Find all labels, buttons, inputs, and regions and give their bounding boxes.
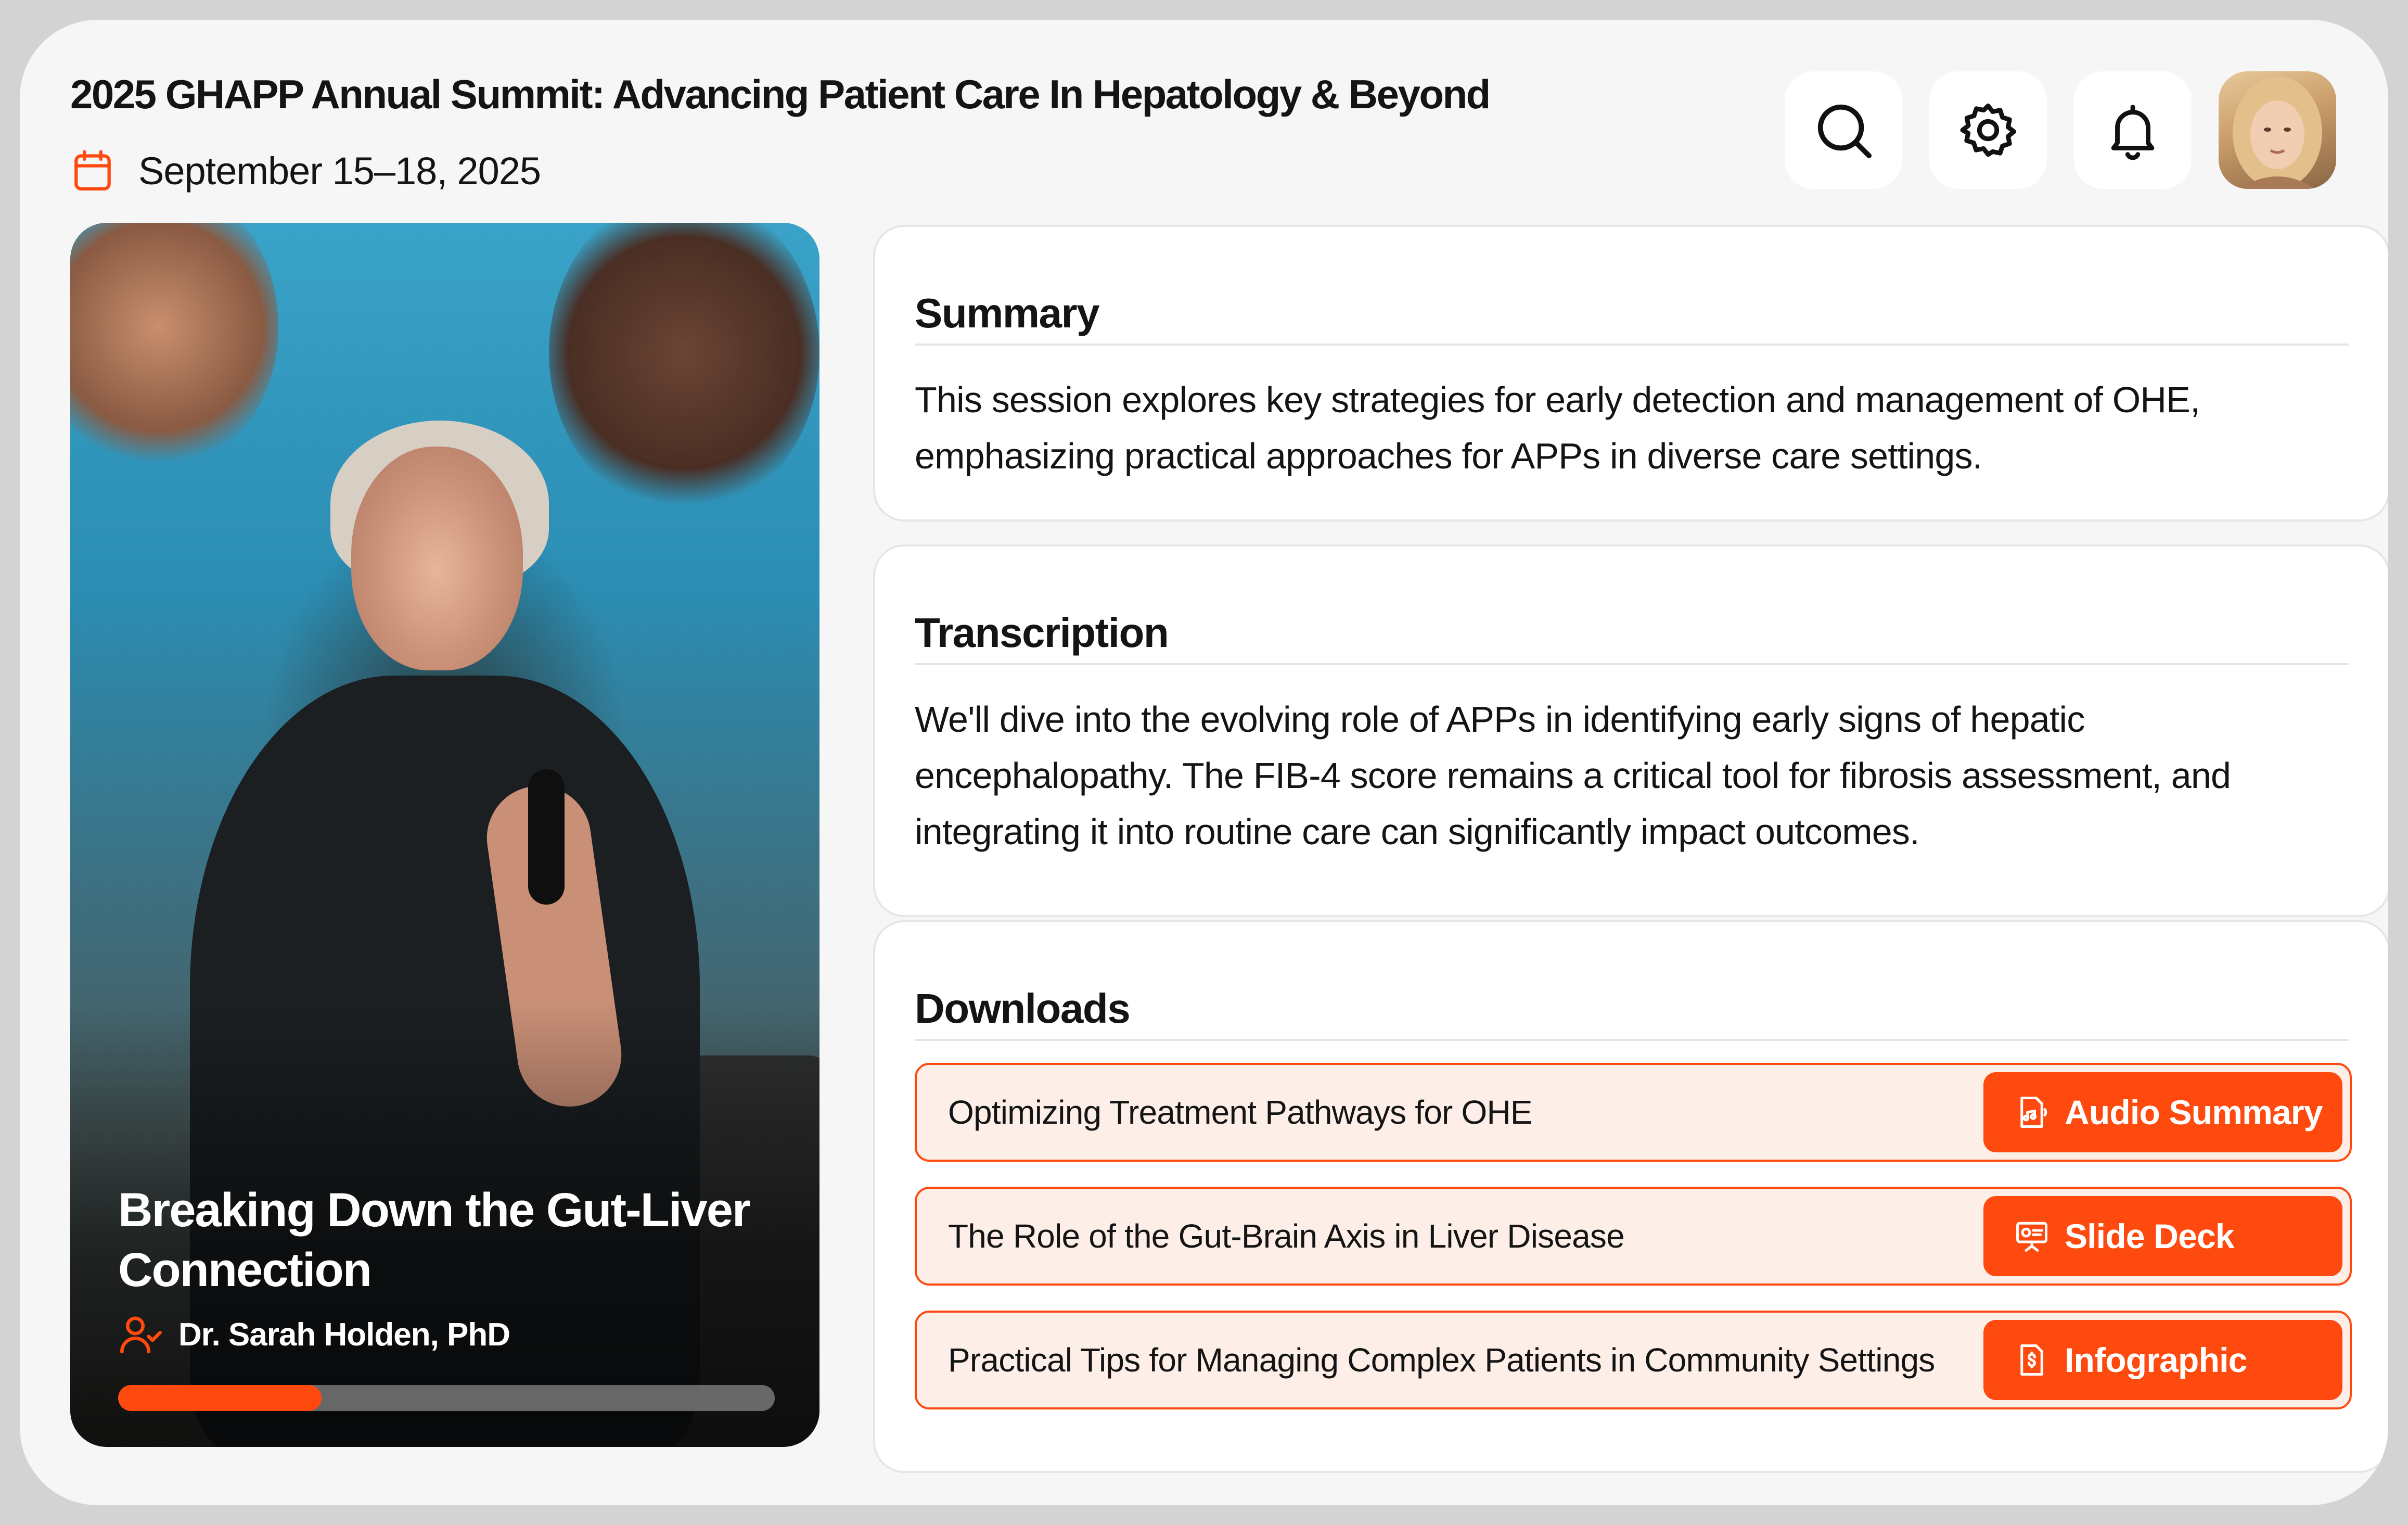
user-check-icon: [120, 1316, 162, 1354]
user-avatar[interactable]: [2219, 71, 2336, 189]
event-date-text: September 15–18, 2025: [138, 149, 541, 193]
infographic-file-icon: [2020, 1344, 2043, 1376]
infographic-label: Infographic: [2065, 1341, 2247, 1379]
microphone: [528, 769, 565, 905]
page-title: 2025 GHAPP Annual Summit: Advancing Pati…: [70, 71, 1491, 117]
download-title: The Role of the Gut-Brain Axis in Liver …: [948, 1217, 1625, 1255]
transcription-divider: [915, 663, 2349, 665]
slide-deck-button[interactable]: Slide Deck: [1983, 1196, 2342, 1276]
bell-icon: [2111, 105, 2155, 160]
background-face-left: [70, 223, 278, 473]
download-title: Optimizing Treatment Pathways for OHE: [948, 1094, 1533, 1131]
summary-card: Summary This session explores key strate…: [873, 225, 2388, 522]
summary-text: This session explores key strategies for…: [915, 379, 2200, 476]
background-face-right: [549, 223, 819, 514]
settings-button[interactable]: [1929, 71, 2047, 189]
search-button[interactable]: [1785, 71, 1902, 189]
summary-heading: Summary: [915, 290, 1100, 336]
gear-icon: [1960, 103, 2017, 157]
summary-divider: [915, 344, 2349, 346]
slide-deck-label: Slide Deck: [2065, 1217, 2235, 1255]
notifications-button[interactable]: [2074, 71, 2192, 189]
speaker-face: [351, 447, 523, 670]
speaker-name: Dr. Sarah Holden, PhD: [178, 1316, 510, 1353]
session-video[interactable]: Breaking Down the Gut-Liver Connection D…: [70, 223, 819, 1447]
search-icon: [1817, 104, 1872, 159]
downloads-divider: [915, 1039, 2349, 1041]
app-window: 2025 GHAPP Annual Summit: Advancing Pati…: [20, 20, 2388, 1505]
audio-file-icon: [2020, 1097, 2047, 1128]
download-title: Practical Tips for Managing Complex Pati…: [948, 1341, 1935, 1379]
avatar-portrait: [2233, 77, 2322, 189]
infographic-button[interactable]: Infographic: [1983, 1320, 2342, 1400]
session-title: Breaking Down the Gut-Liver Connection: [118, 1184, 751, 1297]
audio-summary-label: Audio Summary: [2065, 1093, 2323, 1132]
playback-progress-fill: [118, 1385, 322, 1411]
playback-progress[interactable]: [118, 1385, 775, 1411]
download-item: Optimizing Treatment Pathways for OHE Au…: [915, 1063, 2352, 1162]
download-item: Practical Tips for Managing Complex Pati…: [915, 1311, 2352, 1409]
transcription-heading: Transcription: [915, 609, 1169, 656]
speaker-info: Dr. Sarah Holden, PhD: [118, 1312, 510, 1357]
audio-summary-button[interactable]: Audio Summary: [1983, 1072, 2342, 1152]
presentation-icon: [2016, 1222, 2047, 1252]
download-item: The Role of the Gut-Brain Axis in Liver …: [915, 1187, 2352, 1286]
calendar-icon: [74, 150, 111, 190]
downloads-heading: Downloads: [915, 985, 1131, 1032]
transcription-card: Transcription We'll dive into the evolvi…: [873, 544, 2388, 917]
downloads-card: Downloads Optimizing Treatment Pathways …: [873, 920, 2388, 1473]
event-date: September 15–18, 2025: [73, 145, 541, 197]
transcription-text: We'll dive into the evolving role of APP…: [915, 699, 2231, 852]
